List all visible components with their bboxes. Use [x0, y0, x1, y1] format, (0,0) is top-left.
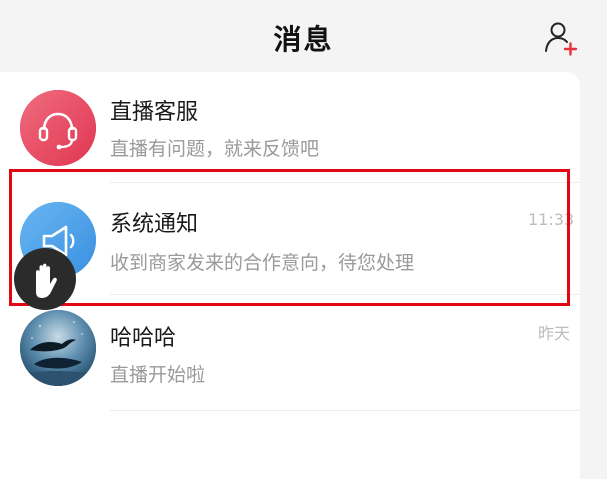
avatar-live-support	[20, 90, 96, 166]
item-title: 直播客服	[110, 100, 199, 125]
item-subtitle: 直播开始啦	[110, 364, 206, 386]
list-item-live-support[interactable]: 直播客服 直播有问题，就来反馈吧	[0, 72, 580, 184]
top-bar: 消息	[0, 0, 607, 72]
item-subtitle: 直播有问题，就来反馈吧	[110, 138, 320, 160]
hand-icon	[36, 263, 57, 298]
item-time: 11:33	[528, 210, 575, 229]
item-title: 哈哈哈	[110, 326, 177, 351]
page-title: 消息	[273, 23, 334, 56]
messages-screen: 消息 直播客服 直播有问题，就来反馈吧 系统通知 11:33 收到商家发来的合作…	[0, 0, 607, 479]
item-title: 系统通知	[110, 212, 199, 237]
headset-icon	[20, 90, 96, 166]
divider	[110, 294, 580, 295]
message-list: 直播客服 直播有问题，就来反馈吧 系统通知 11:33 收到商家发来的合作意向，…	[0, 72, 580, 479]
item-time: 昨天	[538, 324, 571, 343]
whale-photo	[20, 310, 96, 386]
divider	[110, 182, 580, 183]
divider	[110, 410, 580, 411]
list-item-hahaha[interactable]: 哈哈哈 昨天 直播开始啦	[0, 296, 580, 411]
avatar-hahaha	[20, 310, 96, 386]
add-contact-button[interactable]	[543, 20, 579, 56]
item-subtitle: 收到商家发来的合作意向，待您处理	[110, 252, 415, 274]
hand-button[interactable]	[14, 248, 76, 310]
add-contact-icon	[545, 22, 578, 56]
list-item-system-notice[interactable]: 系统通知 11:33 收到商家发来的合作意向，待您处理	[0, 184, 580, 296]
